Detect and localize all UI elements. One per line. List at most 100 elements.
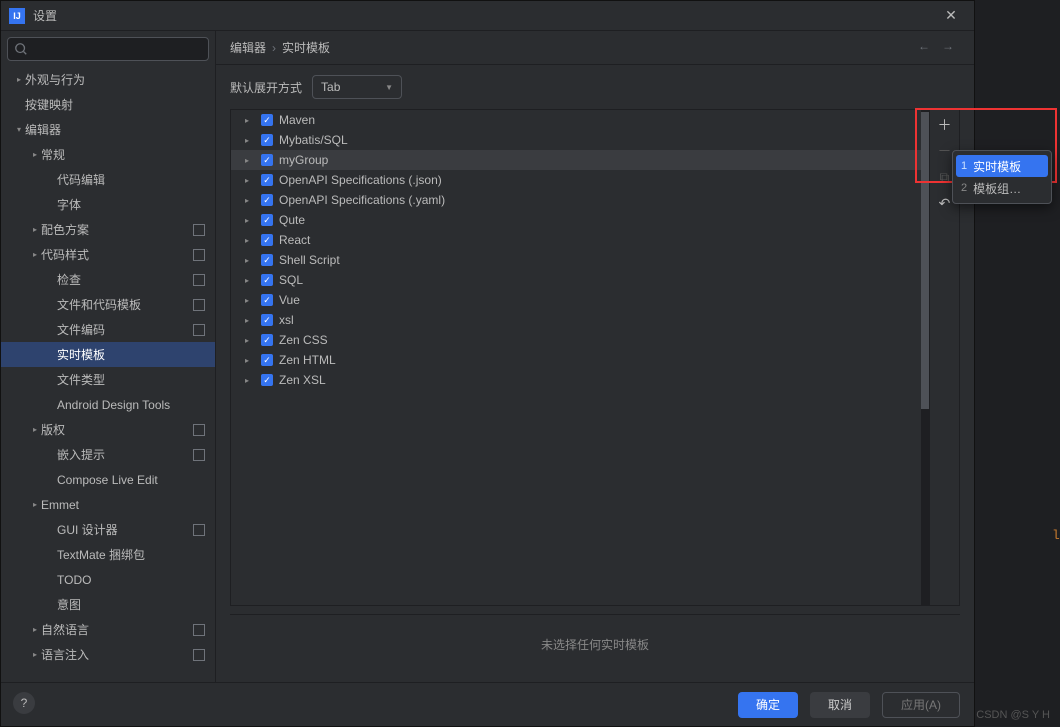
help-button[interactable]: ? (13, 692, 35, 714)
apply-button[interactable]: 应用(A) (882, 692, 960, 718)
chevron-right-icon: ▸ (245, 176, 255, 185)
checkbox-checked-icon[interactable]: ✓ (261, 214, 273, 226)
settings-sidebar: ▸外观与行为按键映射▾编辑器▸常规代码编辑字体▸配色方案▸代码样式检查文件和代码… (1, 31, 216, 682)
template-group-label: Maven (279, 113, 315, 127)
popup-item-live-template[interactable]: 1 实时模板 (956, 155, 1048, 177)
settings-tree[interactable]: ▸外观与行为按键映射▾编辑器▸常规代码编辑字体▸配色方案▸代码样式检查文件和代码… (1, 67, 215, 682)
sidebar-item[interactable]: 意图 (1, 592, 215, 617)
sidebar-item[interactable]: 检查 (1, 267, 215, 292)
checkbox-checked-icon[interactable]: ✓ (261, 254, 273, 266)
nav-back-icon[interactable]: ← (918, 39, 930, 53)
template-group-label: xsl (279, 313, 294, 327)
breadcrumb: 编辑器 › 实时模板 ← → (216, 31, 974, 65)
sidebar-item[interactable]: 文件类型 (1, 367, 215, 392)
template-group-item[interactable]: ▸✓Zen HTML (231, 350, 929, 370)
sidebar-item[interactable]: 字体 (1, 192, 215, 217)
module-badge-icon (193, 249, 205, 261)
template-group-item[interactable]: ▸✓Qute (231, 210, 929, 230)
scrollbar-thumb[interactable] (921, 112, 929, 409)
template-group-item[interactable]: ▸✓SQL (231, 270, 929, 290)
chevron-right-icon: ▸ (245, 136, 255, 145)
template-group-item[interactable]: ▸ ✓ Mybatis/SQL (231, 130, 929, 150)
checkbox-checked-icon[interactable]: ✓ (261, 194, 273, 206)
template-group-item[interactable]: ▸✓Shell Script (231, 250, 929, 270)
sidebar-item[interactable]: ▾编辑器 (1, 117, 215, 142)
sidebar-item-label: 自然语言 (41, 621, 89, 638)
sidebar-item[interactable]: ▸Emmet (1, 492, 215, 517)
scrollbar[interactable] (921, 110, 929, 605)
template-list[interactable]: ▸ ✓ Maven ▸ ✓ Mybatis/SQL ▸✓myGroup ▸ ✓ OpenAPI S… (231, 110, 929, 605)
search-input[interactable] (7, 37, 209, 61)
template-group-item[interactable]: ▸✓OpenAPI Specifications (.yaml) (231, 190, 929, 210)
popup-item-template-group[interactable]: 2 模板组… (953, 177, 1051, 199)
template-group-item[interactable]: ▸✓myGroup (231, 150, 929, 170)
template-group-item[interactable]: ▸✓OpenAPI Specifications (.json) (231, 170, 929, 190)
add-popup-menu: 1 实时模板 2 模板组… (952, 150, 1052, 204)
breadcrumb-item[interactable]: 实时模板 (282, 39, 330, 56)
ok-button[interactable]: 确定 (738, 692, 798, 718)
template-group-label: Mybatis/SQL (279, 133, 348, 147)
breadcrumb-item[interactable]: 编辑器 (230, 39, 266, 56)
checkbox-checked-icon[interactable]: ✓ (261, 274, 273, 286)
checkbox-checked-icon[interactable]: ✓ (261, 314, 273, 326)
template-group-item[interactable]: ▸ ✓ Maven (231, 110, 929, 130)
template-group-label: Zen HTML (279, 353, 336, 367)
sidebar-item[interactable]: ▸版权 (1, 417, 215, 442)
checkbox-checked-icon[interactable]: ✓ (261, 294, 273, 306)
sidebar-item[interactable]: ▸自然语言 (1, 617, 215, 642)
checkbox-checked-icon[interactable]: ✓ (261, 134, 273, 146)
expand-select[interactable]: Tab ▼ (312, 75, 402, 99)
sidebar-item[interactable]: ▸外观与行为 (1, 67, 215, 92)
checkbox-checked-icon[interactable]: ✓ (261, 114, 273, 126)
expand-label: 默认展开方式 (230, 79, 302, 96)
chevron-icon: ▾ (13, 125, 25, 134)
popup-item-label: 实时模板 (973, 158, 1021, 175)
sidebar-item[interactable]: ▸代码样式 (1, 242, 215, 267)
sidebar-item[interactable]: Android Design Tools (1, 392, 215, 417)
checkbox-checked-icon[interactable]: ✓ (261, 154, 273, 166)
chevron-right-icon: ▸ (245, 336, 255, 345)
template-group-item[interactable]: ▸✓Zen CSS (231, 330, 929, 350)
chevron-icon: ▸ (29, 225, 41, 234)
add-button[interactable]: ＋ (934, 114, 956, 136)
template-group-label: OpenAPI Specifications (.yaml) (279, 193, 445, 207)
search-icon (14, 42, 28, 56)
sidebar-item-label: 编辑器 (25, 121, 61, 138)
chevron-right-icon: ▸ (245, 316, 255, 325)
checkbox-checked-icon[interactable]: ✓ (261, 374, 273, 386)
sidebar-item[interactable]: GUI 设计器 (1, 517, 215, 542)
checkbox-checked-icon[interactable]: ✓ (261, 234, 273, 246)
close-button[interactable]: ✕ (936, 1, 966, 31)
sidebar-item[interactable]: 代码编辑 (1, 167, 215, 192)
checkbox-checked-icon[interactable]: ✓ (261, 174, 273, 186)
cancel-button[interactable]: 取消 (810, 692, 870, 718)
nav-forward-icon[interactable]: → (942, 39, 954, 53)
sidebar-item[interactable]: 按键映射 (1, 92, 215, 117)
template-group-label: Qute (279, 213, 305, 227)
chevron-icon: ▸ (29, 500, 41, 509)
chevron-right-icon: ▸ (245, 116, 255, 125)
sidebar-item[interactable]: Compose Live Edit (1, 467, 215, 492)
sidebar-item-label: 语言注入 (41, 646, 89, 663)
module-badge-icon (193, 299, 205, 311)
checkbox-checked-icon[interactable]: ✓ (261, 354, 273, 366)
sidebar-item[interactable]: 文件和代码模板 (1, 292, 215, 317)
template-group-item[interactable]: ▸✓Zen XSL (231, 370, 929, 390)
module-badge-icon (193, 449, 205, 461)
sidebar-item[interactable]: ▸语言注入 (1, 642, 215, 667)
module-badge-icon (193, 524, 205, 536)
checkbox-checked-icon[interactable]: ✓ (261, 334, 273, 346)
sidebar-item[interactable]: ▸常规 (1, 142, 215, 167)
sidebar-item[interactable]: 文件编码 (1, 317, 215, 342)
template-group-item[interactable]: ▸ ✓ xsl (231, 310, 929, 330)
chevron-down-icon: ▼ (385, 83, 393, 92)
template-group-item[interactable]: ▸✓React (231, 230, 929, 250)
sidebar-item[interactable]: TextMate 捆绑包 (1, 542, 215, 567)
sidebar-item[interactable]: ▸配色方案 (1, 217, 215, 242)
popup-item-label: 模板组… (973, 180, 1021, 197)
sidebar-item[interactable]: 嵌入提示 (1, 442, 215, 467)
expand-select-value: Tab (321, 80, 340, 94)
template-group-item[interactable]: ▸✓Vue (231, 290, 929, 310)
sidebar-item[interactable]: 实时模板 (1, 342, 215, 367)
sidebar-item[interactable]: TODO (1, 567, 215, 592)
